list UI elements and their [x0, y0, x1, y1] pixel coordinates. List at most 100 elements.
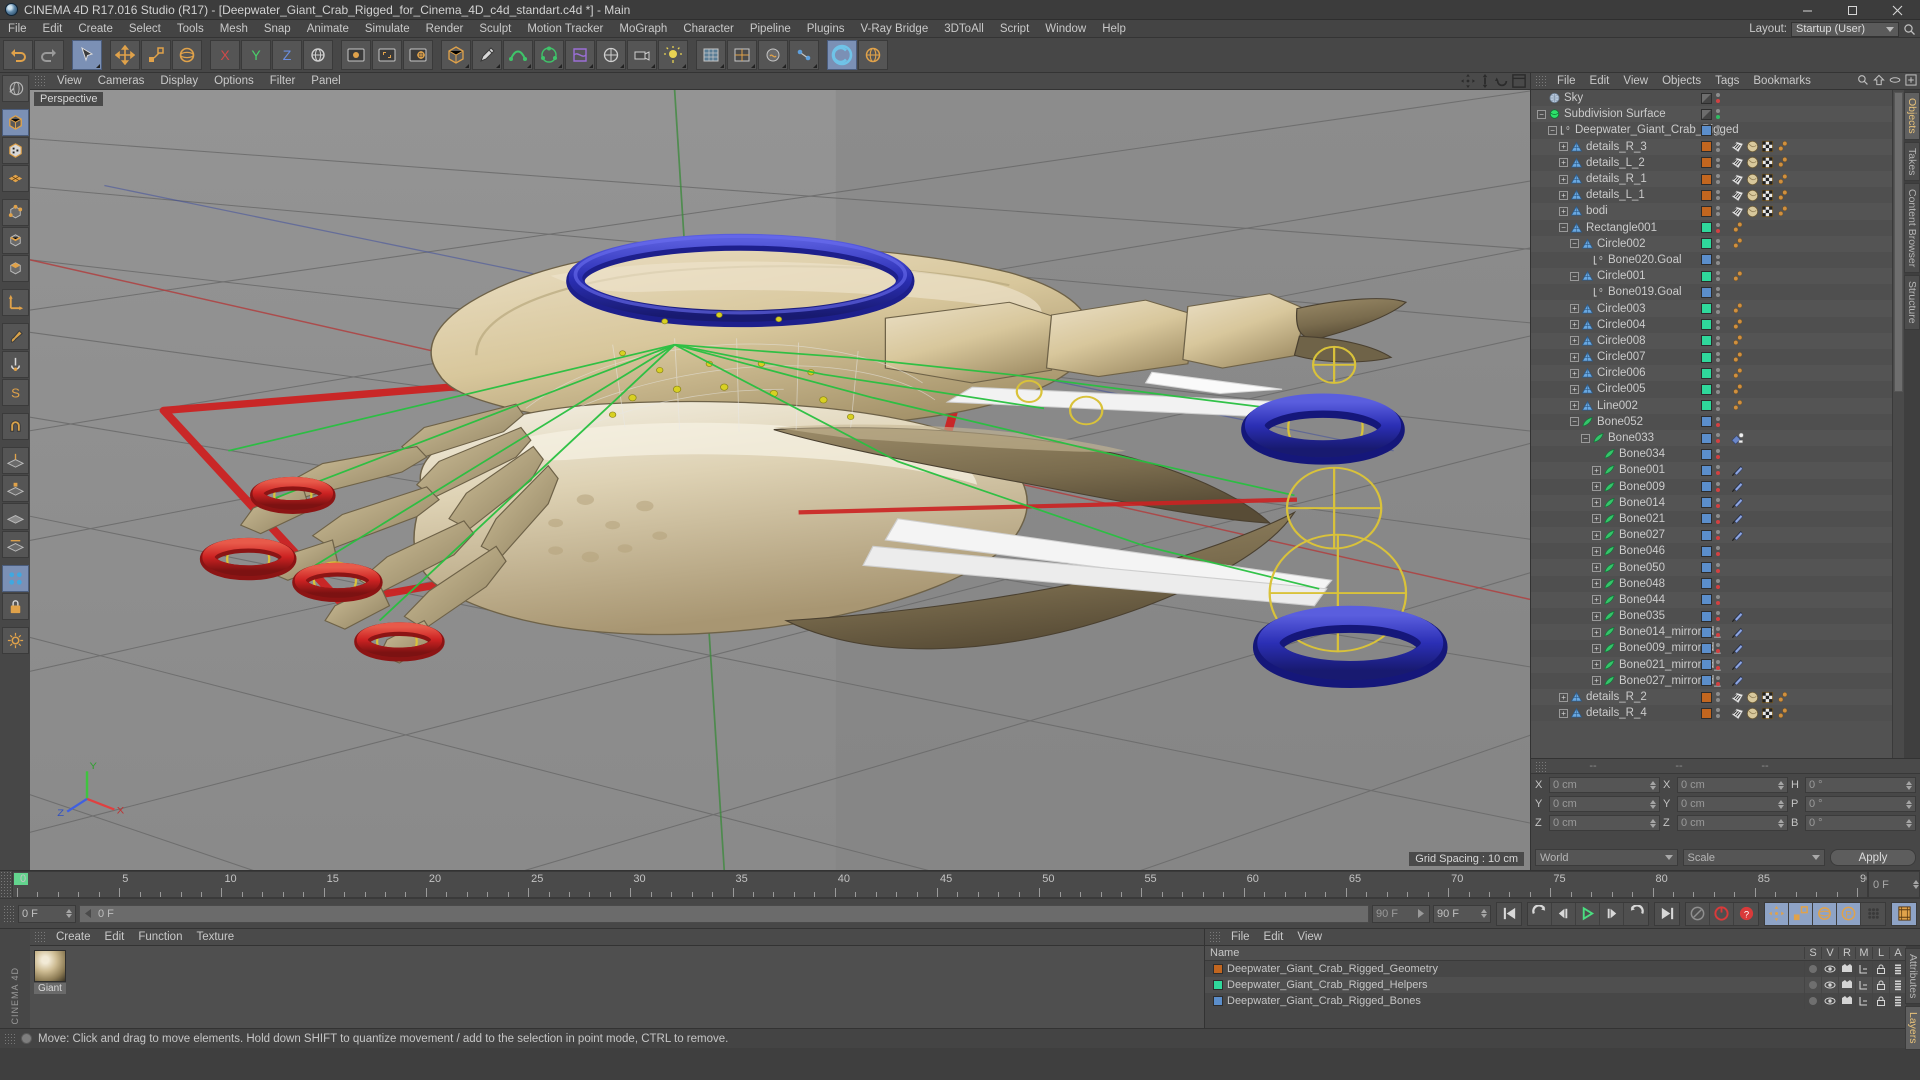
layer-row[interactable]: Deepwater_Giant_Crab_Rigged_Helpers [1205, 977, 1906, 993]
expand-toggle-icon[interactable]: + [1592, 676, 1601, 686]
end-frame-field[interactable]: 90 F [1433, 904, 1491, 923]
expand-toggle-icon[interactable]: + [1592, 514, 1601, 524]
spline-pen-button[interactable] [472, 40, 502, 70]
render-toggle[interactable] [1838, 977, 1855, 993]
panel-grip-icon[interactable] [1209, 930, 1220, 944]
editor-visibility-dot[interactable] [1716, 433, 1720, 438]
layer-color-chip[interactable] [1701, 691, 1712, 703]
visibility-toggle[interactable] [1821, 977, 1838, 993]
layer-color-chip[interactable] [1701, 610, 1712, 622]
object-menu-file[interactable]: File [1550, 73, 1583, 90]
editor-visibility-dot[interactable] [1716, 271, 1720, 276]
editor-visibility-dot[interactable] [1716, 675, 1720, 680]
layer-color-chip[interactable] [1701, 707, 1712, 719]
editor-visibility-dot[interactable] [1716, 109, 1720, 114]
render-visibility-dot[interactable] [1716, 260, 1720, 265]
layer-color-chip[interactable] [1701, 222, 1712, 234]
menu-animate[interactable]: Animate [299, 20, 357, 38]
layer-color-chip[interactable] [1701, 270, 1712, 282]
dolly-view-icon[interactable] [1478, 74, 1492, 88]
maximize-viewport-icon[interactable] [1512, 74, 1526, 88]
visibility-dots[interactable] [1716, 141, 1720, 152]
object-row[interactable]: + Bone035 [1531, 608, 1892, 625]
phong-tag-icon[interactable] [1731, 707, 1744, 720]
menu-mograph[interactable]: MoGraph [611, 20, 675, 38]
material-tag-icon[interactable] [1746, 140, 1759, 153]
object-row[interactable]: + Bone050 [1531, 559, 1892, 576]
layer-color-chip[interactable] [1701, 319, 1712, 331]
layer-color-chip[interactable] [1701, 335, 1712, 347]
layer-color-chip[interactable] [1701, 189, 1712, 201]
material-tag-icon[interactable] [1746, 205, 1759, 218]
position-x-input[interactable]: 0 cm [1549, 777, 1660, 793]
menu-help[interactable]: Help [1094, 20, 1134, 38]
preview-end-badge[interactable]: 90 F [1372, 904, 1430, 923]
expand-toggle-icon[interactable]: + [1592, 482, 1601, 492]
layer-color-chip[interactable] [1701, 254, 1712, 266]
layer-color-chip[interactable] [1701, 141, 1712, 153]
tab-layers[interactable]: Layers [1905, 1006, 1920, 1050]
collapse-toggle-icon[interactable]: − [1559, 223, 1568, 233]
solo-toggle[interactable] [1804, 993, 1821, 1009]
object-row[interactable]: 0 Bone019.Goal [1531, 284, 1892, 301]
viewport-menu-panel[interactable]: Panel [303, 73, 348, 90]
uv-tag-icon[interactable] [1761, 707, 1774, 720]
render-visibility-dot[interactable] [1716, 552, 1720, 557]
phong-tag-icon[interactable] [1731, 156, 1744, 169]
visibility-dots[interactable] [1716, 659, 1720, 670]
render-visibility-dot[interactable] [1716, 487, 1720, 492]
uv-tag-icon[interactable] [1761, 140, 1774, 153]
object-row[interactable]: − Subdivision Surface [1531, 106, 1892, 123]
render-visibility-dot[interactable] [1716, 471, 1720, 476]
layer-color-chip[interactable] [1701, 367, 1712, 379]
editor-visibility-dot[interactable] [1716, 481, 1720, 486]
stepper-icon[interactable] [1778, 818, 1784, 828]
expand-toggle-icon[interactable]: + [1570, 368, 1579, 378]
layer-color-chip[interactable] [1701, 545, 1712, 557]
collapse-toggle-icon[interactable]: − [1570, 271, 1579, 281]
visibility-dots[interactable] [1716, 190, 1720, 201]
render-visibility-dot[interactable] [1716, 228, 1720, 233]
animation-toggle[interactable] [1889, 977, 1906, 993]
layer-color-chip[interactable] [1701, 626, 1712, 638]
scale-tool[interactable] [141, 40, 171, 70]
menu-create[interactable]: Create [70, 20, 121, 38]
layer-color-chip[interactable] [1701, 448, 1712, 460]
phong-tag-icon[interactable] [1731, 691, 1744, 704]
editor-visibility-dot[interactable] [1716, 400, 1720, 405]
render-visibility-dot[interactable] [1716, 293, 1720, 298]
layer-color-chip[interactable] [1701, 303, 1712, 315]
object-row[interactable]: + Bone044 [1531, 591, 1892, 608]
editor-visibility-dot[interactable] [1716, 303, 1720, 308]
object-tree-scrollbar[interactable] [1892, 90, 1904, 758]
editor-visibility-dot[interactable] [1716, 692, 1720, 697]
layer-rows[interactable]: Deepwater_Giant_Crab_Rigged_Geometry Deep… [1205, 961, 1906, 1009]
dots-tag-icon[interactable] [1731, 383, 1744, 396]
render-visibility-dot[interactable] [1716, 455, 1720, 460]
layer-color-chip[interactable] [1701, 238, 1712, 250]
visibility-dots[interactable] [1716, 287, 1720, 298]
material-menu-create[interactable]: Create [49, 929, 98, 946]
layer-color-chip[interactable] [1701, 173, 1712, 185]
layer-color-chip[interactable] [1701, 594, 1712, 606]
uv-tag-icon[interactable] [1761, 156, 1774, 169]
coordinate-system-dropdown[interactable]: World [1535, 849, 1678, 866]
key-rotation-button[interactable] [1813, 902, 1837, 925]
editor-visibility-dot[interactable] [1716, 222, 1720, 227]
render-view-button[interactable] [341, 40, 371, 70]
editor-visibility-dot[interactable] [1716, 206, 1720, 211]
object-menu-view[interactable]: View [1616, 73, 1655, 90]
object-row[interactable]: + Circle007 [1531, 349, 1892, 366]
xpresso-button[interactable] [789, 40, 819, 70]
object-row[interactable]: + Bone027_mirrored_ [1531, 672, 1892, 689]
object-row[interactable]: + Circle008 [1531, 332, 1892, 349]
subdivision-button[interactable] [727, 40, 757, 70]
lock-y-axis-button[interactable]: Y [241, 40, 271, 70]
expand-toggle-icon[interactable]: + [1592, 498, 1601, 508]
menu-render[interactable]: Render [418, 20, 472, 38]
visibility-dots[interactable] [1716, 206, 1720, 217]
expand-toggle-icon[interactable]: + [1570, 304, 1579, 314]
dots-tag-icon[interactable] [1776, 691, 1789, 704]
editor-visibility-dot[interactable] [1716, 141, 1720, 146]
layer-color-chip[interactable] [1701, 92, 1712, 104]
